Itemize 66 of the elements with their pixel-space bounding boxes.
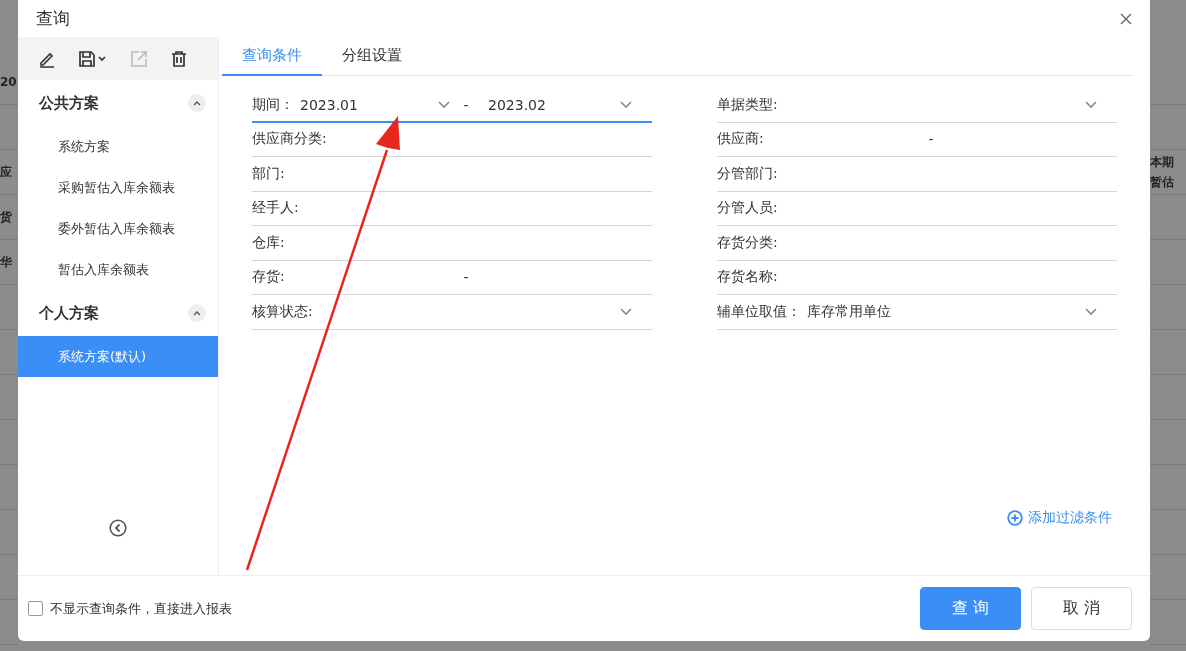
table-cell-text: 应	[0, 164, 12, 181]
filter-field[interactable]: 分管部门:	[717, 157, 1117, 192]
field-label: 单据类型:	[717, 95, 778, 114]
field-label: 部门:	[252, 164, 285, 183]
range-dash: -	[462, 96, 470, 113]
field-label: 供应商:	[717, 130, 764, 149]
field-label: 辅单位取值：	[717, 302, 801, 321]
group-title: 个人方案	[39, 303, 99, 323]
chevron-down-icon[interactable]	[1085, 307, 1097, 316]
chevron-down-icon[interactable]	[620, 100, 632, 109]
field-label: 供应商分类:	[252, 130, 327, 149]
filter-field[interactable]: 核算状态:	[252, 295, 652, 330]
table-cell-text: 货	[0, 209, 12, 226]
scheme-item[interactable]: 委外暂估入库余额表	[18, 208, 218, 249]
tab[interactable]: 分组设置	[322, 37, 422, 76]
field-value: 2023.01	[300, 96, 358, 113]
chevron-down-icon[interactable]	[438, 100, 450, 109]
chevron-down-icon[interactable]	[620, 307, 632, 316]
group-title: 公共方案	[39, 93, 99, 113]
cancel-button[interactable]: 取 消	[1031, 587, 1132, 630]
collapse-left-icon[interactable]	[109, 519, 127, 537]
filter-field[interactable]: 期间： 2023.01 - 2023.02	[252, 88, 652, 123]
table-cell-text: 20	[0, 74, 17, 91]
collapse-button[interactable]	[188, 304, 206, 322]
export-icon	[130, 49, 148, 68]
range-dash: -	[462, 269, 470, 286]
field-label: 期间：	[252, 95, 294, 114]
filter-field[interactable]: 部门:	[252, 157, 652, 192]
field-label: 仓库:	[252, 233, 285, 252]
toolbar-button[interactable]	[78, 49, 108, 68]
range-dash: -	[927, 131, 935, 148]
scheme-item[interactable]: 采购暂估入库余额表	[18, 167, 218, 208]
filter-field[interactable]: 经手人:	[252, 191, 652, 226]
filter-field[interactable]: 辅单位取值： 库存常用单位	[717, 295, 1117, 330]
field-label: 分管人员:	[717, 199, 778, 218]
field-label: 存货分类:	[717, 233, 778, 252]
filter-field[interactable]: 分管人员:	[717, 191, 1117, 226]
scheme-item[interactable]: 暂估入库余额表	[18, 249, 218, 290]
skip-checkbox[interactable]: 不显示查询条件，直接进入报表	[28, 599, 232, 618]
filter-field[interactable]: 仓库:	[252, 226, 652, 261]
field-label: 存货:	[252, 268, 285, 287]
close-icon[interactable]	[1120, 12, 1132, 25]
plus-circle-icon	[1007, 510, 1023, 526]
scheme-item[interactable]: 系统方案	[18, 126, 218, 167]
filter-field[interactable]: 供应商: -	[717, 122, 1117, 157]
chevron-up-icon	[193, 100, 201, 106]
filter-field[interactable]: 存货: -	[252, 260, 652, 295]
filter-field[interactable]: 存货名称:	[717, 260, 1117, 295]
dialog-title: 查询	[36, 7, 70, 30]
table-header-text: 暂估	[1150, 174, 1174, 191]
table-cell-text: 华	[0, 254, 12, 271]
chevron-up-icon	[193, 310, 201, 316]
chevron-down-icon[interactable]	[1085, 100, 1097, 109]
trash-icon	[170, 49, 188, 68]
collapse-button[interactable]	[188, 94, 206, 112]
field-label: 核算状态:	[252, 302, 313, 321]
field-label: 分管部门:	[717, 164, 778, 183]
table-header-text: 本期	[1150, 154, 1174, 171]
toolbar-button[interactable]	[170, 49, 188, 68]
field-label: 经手人:	[252, 199, 299, 218]
field-value: 2023.02	[488, 96, 546, 113]
field-value: 库存常用单位	[807, 302, 891, 321]
field-label: 存货名称:	[717, 268, 778, 287]
filter-field[interactable]: 单据类型:	[717, 88, 1117, 123]
save-icon	[78, 49, 108, 68]
filter-field[interactable]: 存货分类:	[717, 226, 1117, 261]
